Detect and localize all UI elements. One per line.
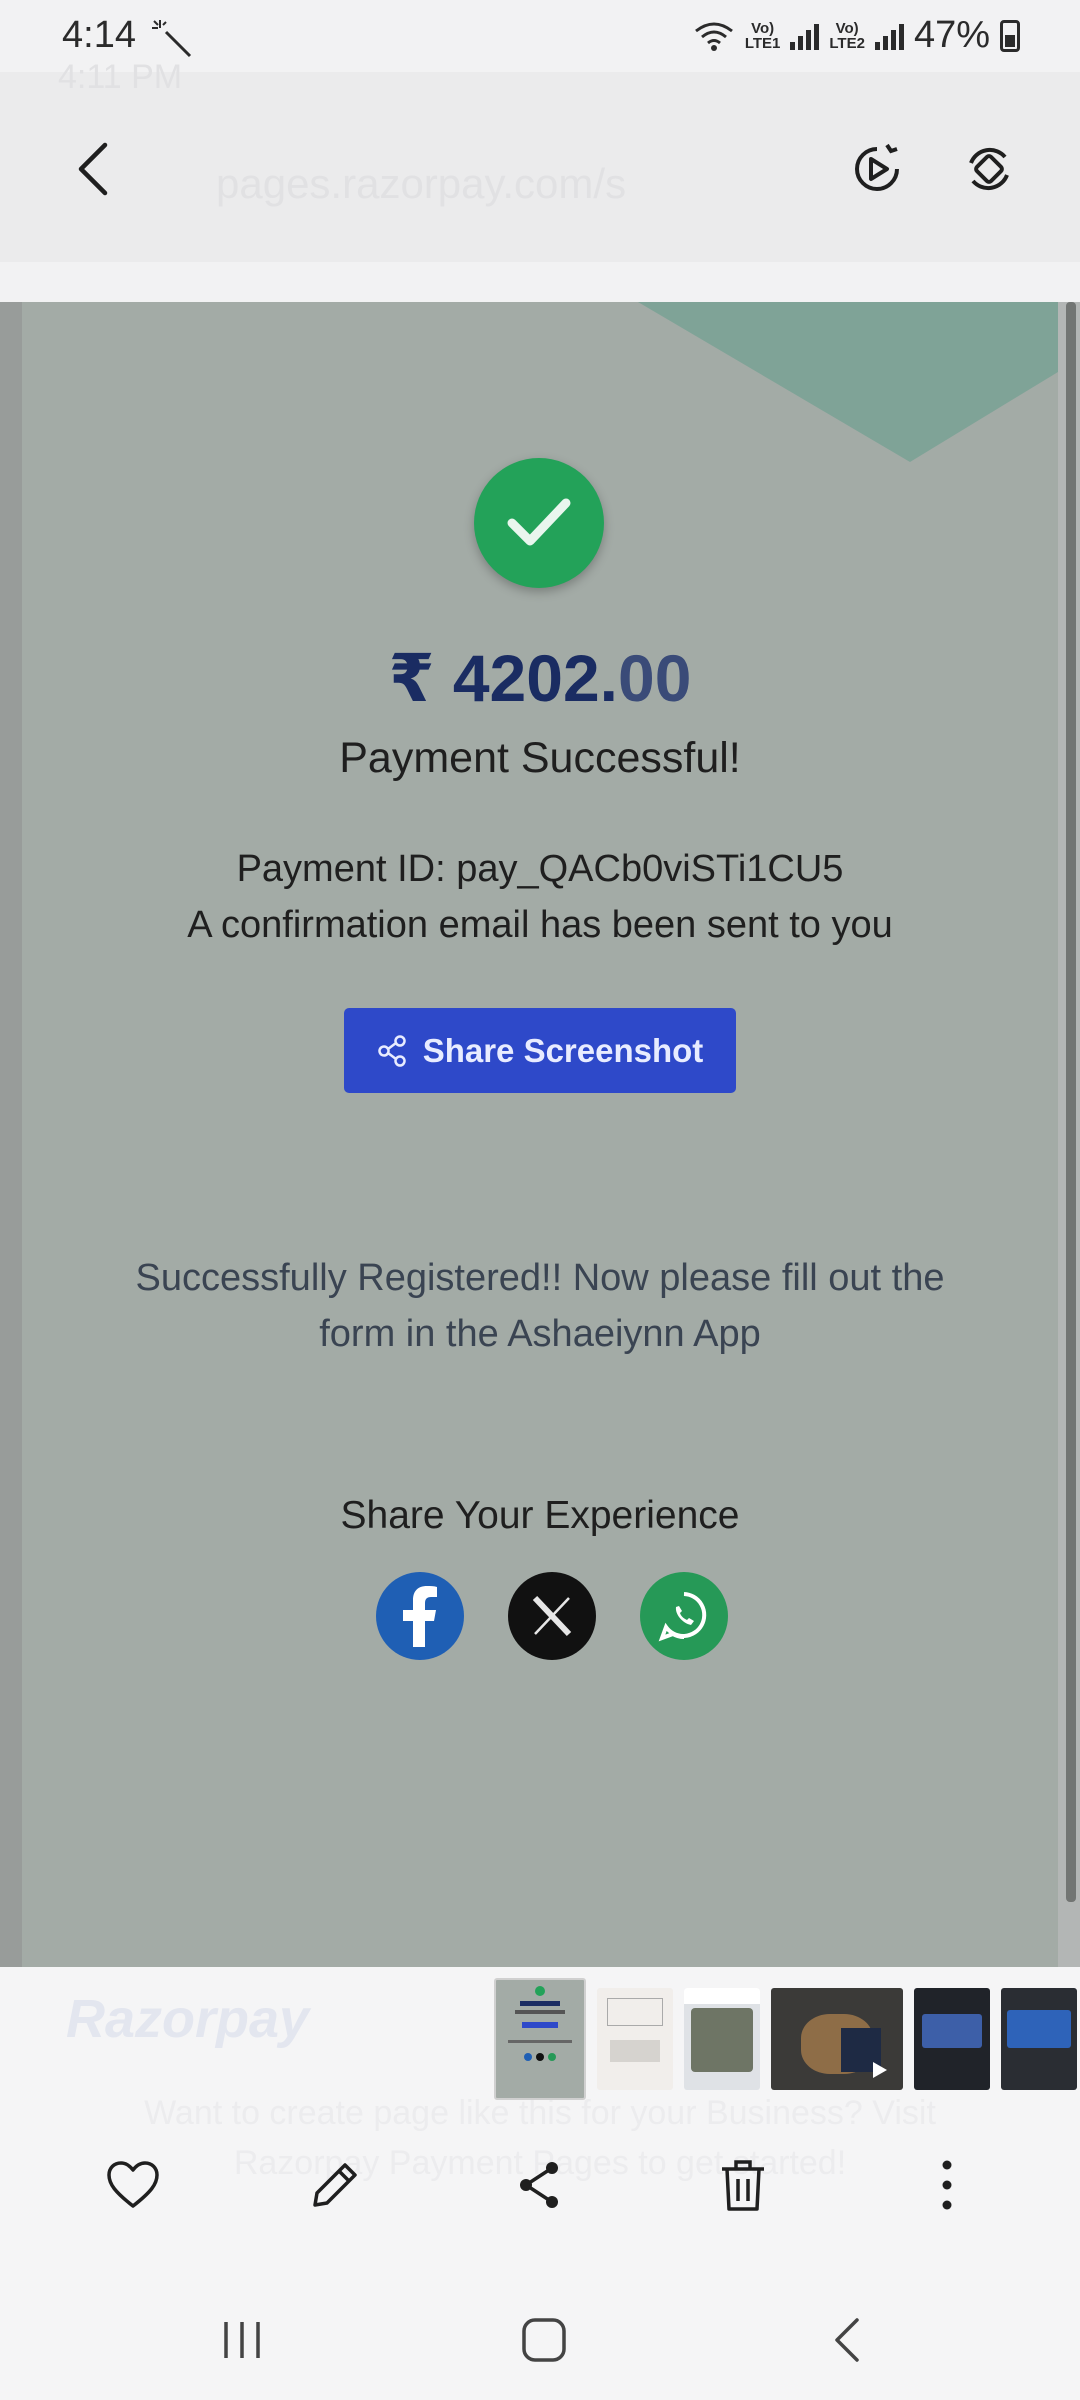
battery-percent: 47% (913, 14, 990, 56)
edit-button[interactable] (290, 2140, 380, 2230)
favorite-button[interactable] (88, 2140, 178, 2230)
more-options-button[interactable] (902, 2140, 992, 2230)
recents-icon (224, 2322, 260, 2358)
payment-status: Payment Successful! (339, 734, 741, 782)
play-icon (873, 2062, 887, 2078)
share-screenshot-button[interactable]: Share Screenshot (344, 1008, 736, 1093)
whatsapp-icon (658, 1592, 707, 1642)
thumbnail[interactable] (684, 1988, 760, 2090)
share-button[interactable] (494, 2140, 584, 2230)
signal-icon (790, 22, 820, 50)
heart-icon (107, 2161, 159, 2208)
thumbnail[interactable] (1001, 1988, 1077, 2090)
share-icon (377, 1034, 406, 1067)
x-logo-icon (532, 1595, 572, 1637)
back-button[interactable] (48, 124, 138, 214)
magic-wand-icon (152, 20, 192, 58)
email-note: A confirmation email has been sent to yo… (187, 904, 893, 946)
back-arrow-icon (78, 142, 108, 196)
decorative-banner (638, 302, 1058, 462)
registration-message: Successfully Registered!! Now please fil… (135, 1257, 945, 1355)
thumbnail[interactable] (914, 1988, 990, 2090)
status-indicators: Vo) LTE1 Vo) LTE2 47% (693, 14, 1020, 57)
x-share-button[interactable] (508, 1572, 596, 1660)
recents-button[interactable] (202, 2310, 282, 2370)
play-button[interactable] (832, 124, 922, 214)
trash-icon (722, 2160, 764, 2211)
home-icon (522, 2318, 566, 2362)
sim2-label: Vo) LTE2 (829, 19, 865, 52)
battery-icon (1000, 19, 1020, 52)
pencil-icon (313, 2163, 357, 2207)
sim1-label: Vo) LTE1 (744, 19, 781, 52)
action-bar (0, 2140, 1080, 2230)
signal-icon (874, 22, 904, 50)
share-screenshot-label: Share Screenshot (422, 1031, 704, 1069)
wifi-icon (694, 22, 733, 51)
play-video-icon (855, 143, 899, 191)
delete-button[interactable] (698, 2140, 788, 2230)
system-navigation-bar (0, 2280, 1080, 2400)
facebook-share-button[interactable] (376, 1572, 464, 1660)
nav-back-button[interactable] (806, 2310, 886, 2370)
whatsapp-share-button[interactable] (640, 1572, 728, 1660)
thumbnail-current[interactable] (494, 1978, 586, 2100)
rotate-button[interactable] (944, 124, 1034, 214)
ghost-time: 4:11 PM (58, 58, 183, 96)
payment-id: Payment ID: pay_QACb0viSTi1CU5 (236, 848, 844, 890)
back-icon (835, 2318, 859, 2362)
screenshot-preview[interactable]: ₹ 4202.00 Payment Successful! Payment ID… (22, 302, 1058, 1967)
thumbnail[interactable] (597, 1988, 673, 2090)
status-time: 4:14 (62, 14, 136, 56)
facebook-icon (403, 1586, 437, 1647)
share-experience-title: Share Your Experience (340, 1494, 740, 1537)
preview-edge-left (0, 302, 22, 1967)
success-check-icon (474, 458, 604, 588)
scrollbar[interactable] (1066, 302, 1076, 1902)
thumbnail-strip[interactable] (494, 1978, 1077, 2100)
ghost-brand: Razorpay (66, 1989, 310, 2049)
ghost-url: pages.razorpay.com/s (216, 160, 627, 207)
rotate-icon (969, 147, 1009, 191)
viewer-top-bar: 4:11 PM pages.razorpay.com/s (0, 58, 1080, 262)
home-button[interactable] (504, 2310, 584, 2370)
payment-amount: ₹ 4202.00 (388, 641, 692, 715)
thumbnail-video[interactable] (771, 1988, 903, 2090)
share-icon (520, 2162, 558, 2208)
more-vertical-icon (942, 2160, 952, 2210)
